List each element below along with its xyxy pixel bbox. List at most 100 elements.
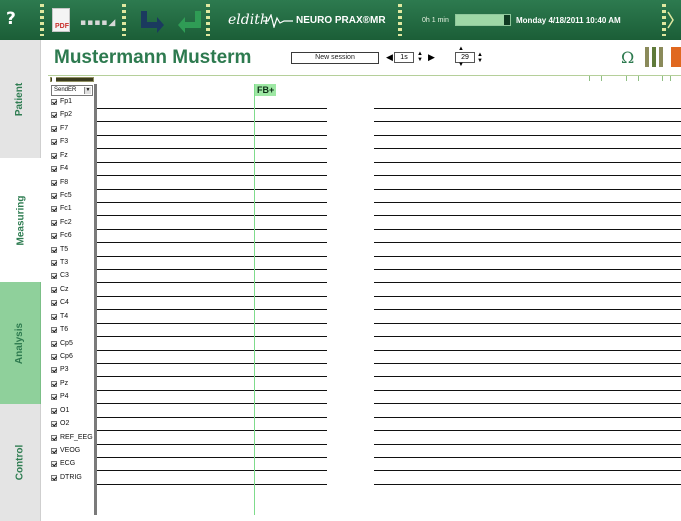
channel-checkbox[interactable] (51, 219, 57, 226)
channel-name: Fp1 (60, 98, 73, 105)
channel-row: Fz (48, 150, 681, 163)
channel-checkbox[interactable] (51, 313, 57, 320)
channel-name: P4 (60, 393, 69, 401)
timeline-tick (670, 76, 671, 81)
toolbar-separator (662, 4, 666, 36)
channel-checkbox[interactable] (51, 380, 57, 387)
channel-row: REF_EEG (48, 432, 681, 445)
channel-checkbox[interactable] (51, 179, 57, 186)
toolbar-separator (122, 4, 126, 36)
channel-name: C3 (60, 272, 69, 280)
channel-checkbox[interactable] (51, 166, 57, 173)
new-session-button[interactable]: New session (291, 52, 379, 64)
channel-checkbox[interactable] (51, 447, 57, 454)
arrow-down-icon[interactable]: ▼ (458, 62, 464, 68)
help-button[interactable]: ? (6, 9, 24, 31)
channel-row: O2 (48, 418, 681, 432)
import-arrow-icon[interactable] (176, 9, 204, 33)
impedance-omega-icon[interactable]: Ω (621, 48, 634, 67)
tab-analysis[interactable]: Analysis (0, 282, 41, 404)
channel-checkbox[interactable] (51, 394, 57, 401)
tab-label: Patient (14, 82, 26, 116)
elapsed-time: 0h 1 min (422, 17, 449, 24)
channel-checkbox[interactable] (51, 246, 57, 253)
arrow-left-icon[interactable]: ◀ (386, 52, 393, 63)
channel-name: Fc5 (60, 191, 72, 199)
chevron-right-icon[interactable] (667, 10, 675, 30)
channel-checkbox[interactable] (51, 112, 57, 119)
export-down-arrow-icon[interactable] (138, 9, 166, 33)
channel-checkbox[interactable] (51, 474, 57, 481)
channel-checkbox[interactable] (51, 206, 57, 213)
pdf-export-button[interactable]: PDF (52, 8, 70, 32)
channel-row: F8 (48, 177, 681, 190)
amplitude-scale-stepper[interactable]: ▲ 29 ▲ ▼ ▼ (448, 46, 488, 68)
channel-checkbox[interactable] (51, 340, 57, 347)
channel-checkbox[interactable] (51, 367, 57, 374)
channel-row: P4 (48, 391, 681, 405)
toolbar-separator (206, 4, 210, 36)
channel-checkbox[interactable] (51, 139, 57, 146)
channel-checkbox[interactable] (51, 99, 57, 105)
chevron-down-icon[interactable]: ▼ (84, 87, 91, 94)
time-scale-stepper[interactable]: ◀ 1s ▲ ▼ ▶ (386, 51, 435, 65)
up-down-arrows-icon[interactable]: ▲ ▼ (477, 52, 483, 64)
channel-checkbox[interactable] (51, 461, 57, 468)
level-bars-icon[interactable] (645, 47, 663, 67)
channel-name: T5 (60, 245, 69, 253)
channel-checkbox[interactable] (51, 327, 57, 334)
montage-select[interactable]: SendER ▼ (51, 85, 93, 96)
channel-row: F4 (48, 163, 681, 177)
channel-checkbox[interactable] (51, 152, 57, 159)
channel-row: Pz (48, 378, 681, 391)
channel-row: Cz (48, 284, 681, 297)
pen-icon[interactable]: ▪▪▪▪◢ (80, 19, 115, 28)
channel-name: Fz (60, 151, 68, 159)
channel-name: ECG (60, 460, 76, 468)
up-down-arrows-icon[interactable]: ▲ ▼ (417, 51, 427, 64)
eeg-display: SendER ▼ Fp1 Fp2 F7 F3 Fz F4 F8 Fc5 Fc1 Fc2 Fc6 T5 T… (48, 75, 681, 515)
channel-name: P3 (60, 366, 69, 374)
tab-measuring[interactable]: Measuring (0, 158, 41, 282)
channel-checkbox[interactable] (51, 233, 57, 240)
channel-name: C4 (60, 299, 69, 307)
channel-checkbox[interactable] (51, 273, 57, 280)
timeline-tick (589, 76, 590, 81)
channel-checkbox[interactable] (51, 434, 57, 441)
channel-row: ECG (48, 458, 681, 472)
channel-name: Cp5 (60, 339, 73, 347)
channel-row: Fc5 (48, 190, 681, 203)
scroll-slider[interactable] (50, 77, 94, 82)
channel-row: P3 (48, 364, 681, 378)
patient-name: Mustermann Musterm (54, 47, 252, 68)
channel-row: Fc1 (48, 203, 681, 217)
channel-name: DTRIG (60, 473, 82, 481)
channel-row: Fp2 (48, 109, 681, 123)
channel-checkbox[interactable] (51, 421, 57, 428)
timeline-tick (626, 76, 627, 81)
tab-patient[interactable]: Patient (0, 40, 41, 158)
record-indicator-icon[interactable] (671, 47, 681, 67)
channel-name: T3 (60, 259, 69, 267)
channel-name: Pz (60, 379, 69, 387)
channel-trace (374, 483, 681, 485)
channel-checkbox[interactable] (51, 125, 57, 132)
channel-checkbox[interactable] (51, 407, 57, 414)
channel-checkbox[interactable] (51, 260, 57, 267)
feedback-marker-label: FB+ (255, 84, 277, 96)
tab-control[interactable]: Control (0, 404, 41, 521)
channel-row: T5 (48, 244, 681, 257)
channel-name: REF_EEG (60, 433, 93, 441)
top-toolbar: ? PDF ▪▪▪▪◢ eldith NEURO PRAX®MR 0h 1 mi… (0, 0, 681, 40)
channel-checkbox[interactable] (51, 300, 57, 307)
channel-name: T6 (60, 326, 69, 334)
channel-row: F7 (48, 123, 681, 136)
tab-label: Measuring (15, 194, 27, 246)
channel-checkbox[interactable] (51, 192, 57, 199)
channel-row: Cp5 (48, 338, 681, 351)
arrow-right-icon[interactable]: ▶ (428, 52, 435, 63)
brand-wave-icon (263, 14, 293, 28)
channel-checkbox[interactable] (51, 286, 57, 293)
channel-name: VEOG (60, 446, 81, 454)
channel-checkbox[interactable] (51, 353, 57, 360)
